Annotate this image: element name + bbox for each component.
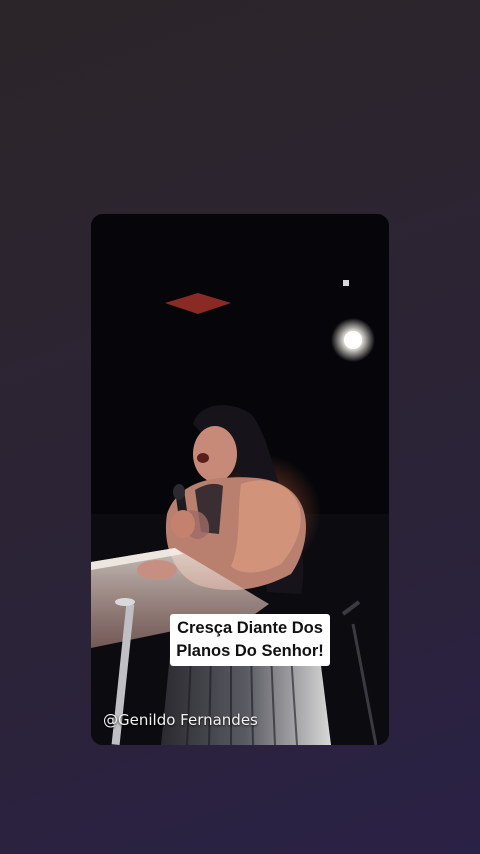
story-caption: Cresça Diante Dos Planos Do Senhor! xyxy=(170,614,330,666)
story-screen: { "story": { "caption_line1": "Cresça Di… xyxy=(0,0,480,854)
author-handle[interactable]: @Genildo Fernandes xyxy=(103,711,258,729)
small-light xyxy=(343,280,349,286)
caption-line-1: Cresça Diante Dos xyxy=(177,619,323,637)
video-card[interactable]: Cresça Diante Dos Planos Do Senhor! @Gen… xyxy=(91,214,389,745)
caption-line-2: Planos Do Senhor! xyxy=(176,642,324,660)
